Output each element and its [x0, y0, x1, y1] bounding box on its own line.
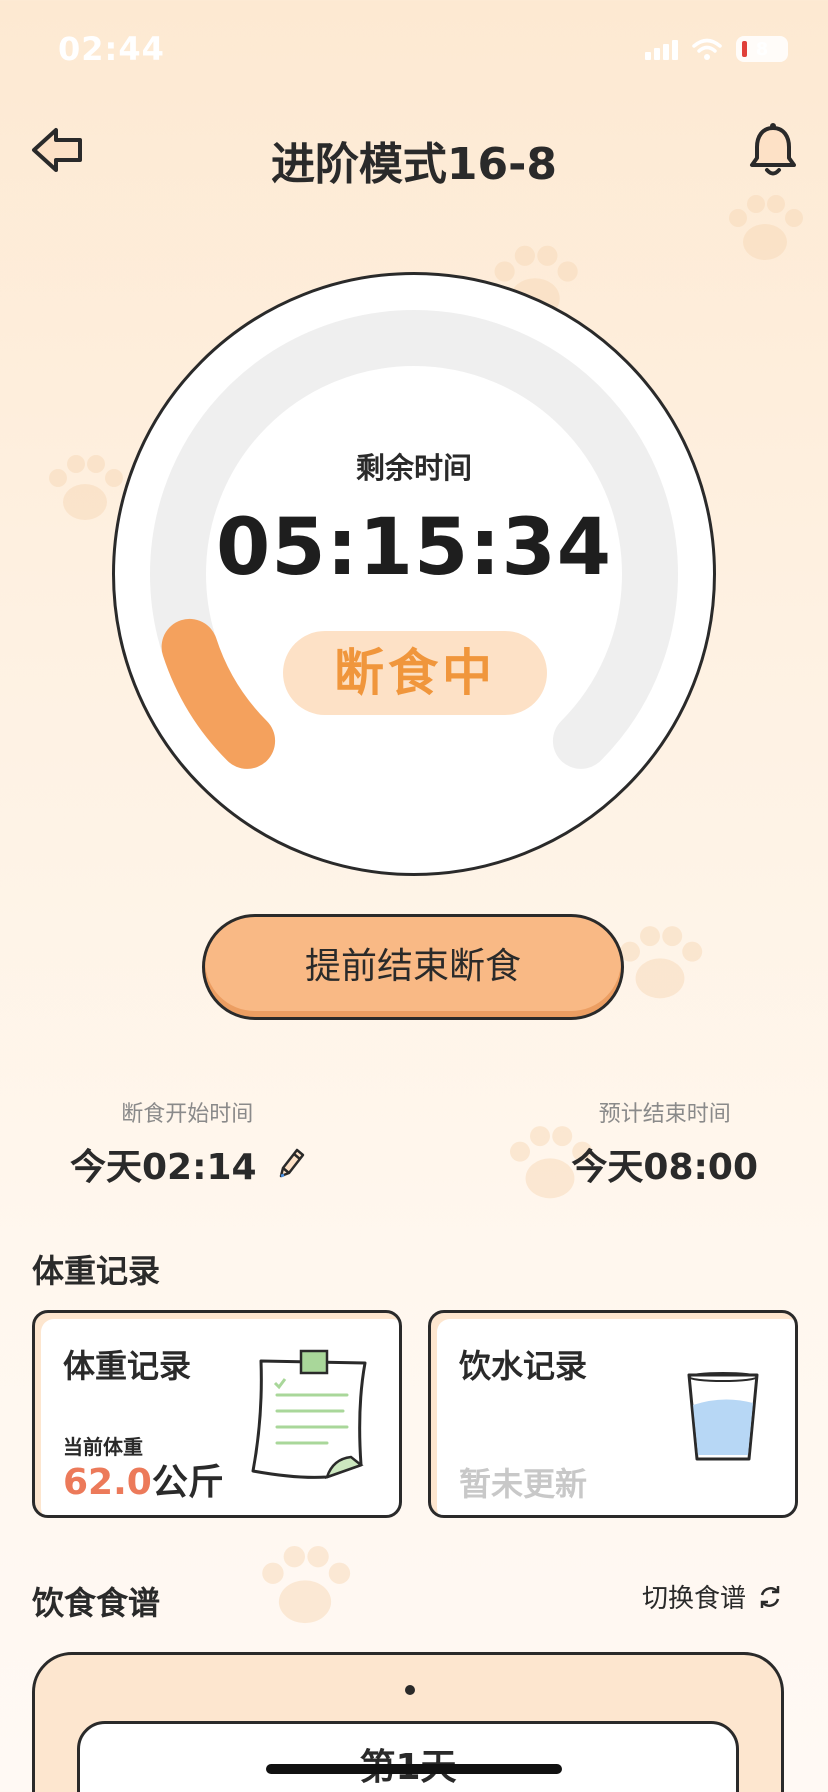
header: 进阶模式16-8 — [0, 110, 828, 190]
remaining-label: 剩余时间 — [355, 451, 472, 485]
fast-start-value: 今天02:14 — [70, 1147, 257, 1188]
weight-section-title: 体重记录 — [32, 1252, 161, 1290]
recipe-dot — [405, 1685, 415, 1695]
pencil-icon[interactable] — [275, 1146, 305, 1182]
water-record-card[interactable]: 饮水记录 暂未更新 — [428, 1310, 798, 1518]
status-time: 02:44 — [58, 30, 165, 68]
timer-ring: 剩余时间 05:15:34 断食中 — [112, 272, 716, 876]
paw-decoration — [729, 195, 803, 260]
remaining-time: 05:15:34 — [215, 503, 613, 593]
fast-end-value: 今天08:00 — [571, 1147, 758, 1188]
battery-icon: 8 — [736, 36, 788, 62]
fast-start-label: 断食开始时间 — [121, 1102, 254, 1127]
paw-decoration — [620, 926, 703, 999]
water-status: 暂未更新 — [459, 1465, 588, 1503]
battery-level: 8 — [755, 38, 769, 60]
fast-end-info: 预计结束时间 今天08:00 — [571, 1096, 758, 1190]
switch-recipe-button[interactable]: 切换食谱 — [642, 1578, 784, 1615]
weight-number: 62.0 — [63, 1462, 152, 1503]
status-icons: 8 — [645, 36, 788, 62]
wifi-icon — [692, 38, 722, 60]
fasting-status-badge: 断食中 — [283, 631, 547, 715]
paw-decoration — [262, 1545, 351, 1624]
recipe-inner-panel: 第1天 — [77, 1721, 739, 1792]
fast-start-info: 断食开始时间 今天02:14 — [70, 1096, 305, 1190]
status-bar: 02:44 8 — [0, 0, 828, 100]
home-indicator[interactable] — [266, 1764, 562, 1774]
weight-record-card[interactable]: 体重记录 当前体重 62.0公斤 — [32, 1310, 402, 1518]
water-card-title: 饮水记录 — [459, 1347, 588, 1385]
weight-card-title: 体重记录 — [63, 1347, 192, 1385]
end-fast-button[interactable]: 提前结束断食 — [202, 914, 624, 1020]
current-weight-value: 62.0公斤 — [63, 1453, 224, 1505]
page-title: 进阶模式16-8 — [270, 139, 558, 190]
notes-icon — [251, 1349, 367, 1480]
fast-end-label: 预计结束时间 — [598, 1102, 731, 1127]
weight-unit: 公斤 — [151, 1462, 224, 1503]
ring-progress — [161, 618, 276, 769]
signal-icon — [645, 38, 678, 60]
switch-recipe-label: 切换食谱 — [641, 1584, 746, 1614]
refresh-icon — [760, 1585, 780, 1608]
bell-icon[interactable] — [748, 122, 798, 178]
recipe-section-title: 饮食食谱 — [32, 1584, 161, 1622]
water-glass-icon — [687, 1372, 759, 1461]
